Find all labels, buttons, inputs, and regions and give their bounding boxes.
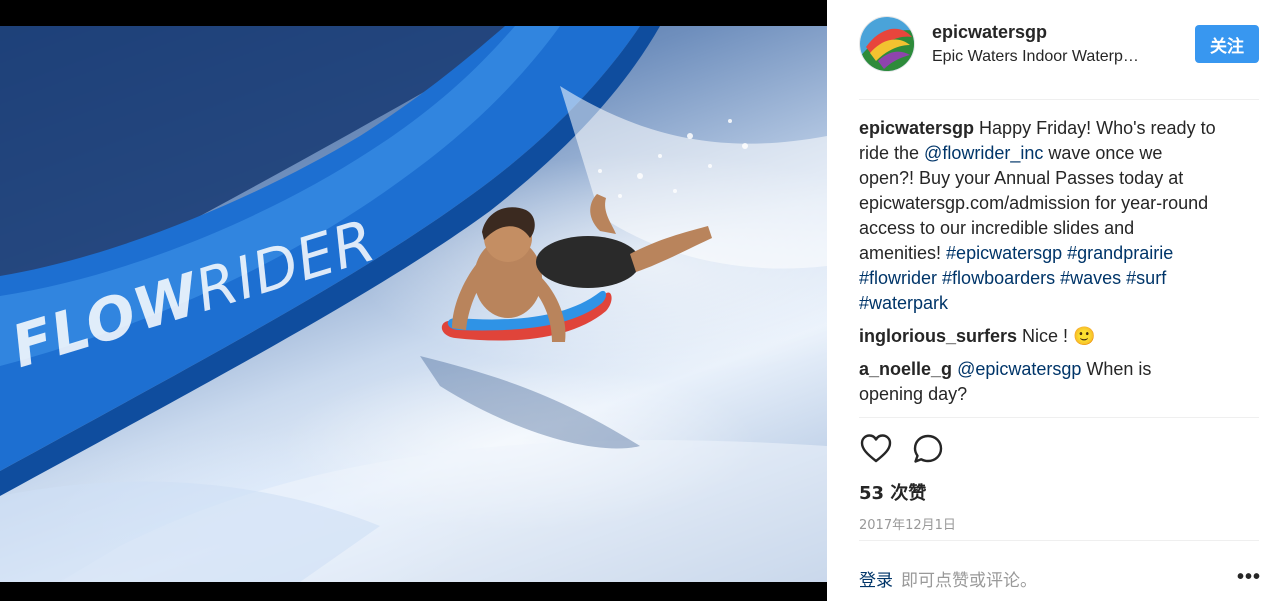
comment-item: a_noelle_g @epicwatersgp When is opening… [859, 357, 1219, 407]
hashtag[interactable]: #grandprairie [1067, 243, 1173, 263]
heart-icon[interactable] [859, 432, 893, 468]
hashtag[interactable]: #waves [1060, 268, 1121, 288]
post-date[interactable]: 2017年12月1日 [859, 514, 956, 533]
post-actions [859, 432, 945, 468]
caption: epicwatersgp Happy Friday! Who's ready t… [859, 116, 1219, 316]
comment-mention[interactable]: @epicwatersgp [957, 359, 1081, 379]
header-divider [859, 99, 1259, 100]
likes-count[interactable]: 53 次赞 [859, 479, 926, 505]
login-prompt: 登录 即可点赞或评论。 [859, 566, 1037, 591]
comment-username[interactable]: a_noelle_g [859, 359, 952, 379]
comment-item: inglorious_surfers Nice ! 🙂 [859, 324, 1219, 349]
post-header: epicwatersgp Epic Waters Indoor Waterp… … [827, 0, 1280, 100]
hashtag[interactable]: #epicwatersgp [946, 243, 1062, 263]
hashtag[interactable]: #surf [1126, 268, 1166, 288]
header-location[interactable]: Epic Waters Indoor Waterp… [932, 48, 1139, 66]
login-hint: 即可点赞或评论。 [901, 571, 1037, 591]
header-username[interactable]: epicwatersgp [932, 22, 1047, 43]
follow-button[interactable]: 关注 [1195, 25, 1259, 63]
footer-divider [859, 540, 1259, 541]
hashtag[interactable]: #waterpark [859, 293, 948, 313]
caption-username[interactable]: epicwatersgp [859, 118, 974, 138]
post-photo[interactable]: FLOWRIDER [0, 26, 827, 582]
hashtag[interactable]: #flowboarders [942, 268, 1055, 288]
comments-divider [859, 417, 1259, 418]
caption-mention[interactable]: @flowrider_inc [924, 143, 1043, 163]
comment-list: epicwatersgp Happy Friday! Who's ready t… [859, 116, 1219, 415]
avatar[interactable] [859, 16, 915, 72]
post-sidebar: epicwatersgp Epic Waters Indoor Waterp… … [827, 0, 1280, 601]
hashtag[interactable]: #flowrider [859, 268, 937, 288]
more-options-icon[interactable]: ••• [1237, 566, 1261, 589]
login-link[interactable]: 登录 [859, 566, 893, 591]
comment-bubble-icon[interactable] [911, 432, 945, 468]
avatar-image [860, 17, 914, 71]
comment-text: Nice ! 🙂 [1017, 326, 1096, 346]
comment-username[interactable]: inglorious_surfers [859, 326, 1017, 346]
